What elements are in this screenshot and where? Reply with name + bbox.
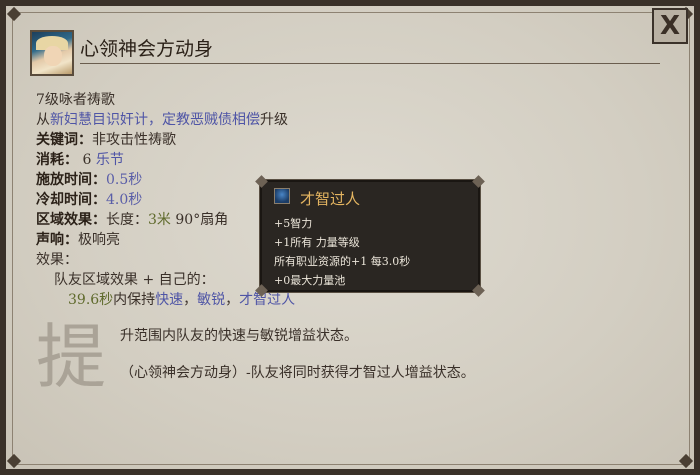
level-line: 7级咏者祷歌 — [36, 92, 115, 108]
area-line: 区域效果：长度：3米 90°扇角 — [36, 210, 295, 230]
area-angle: 90°扇角 — [175, 212, 229, 228]
ability-title: 心领神会方动身 — [80, 34, 660, 64]
buff-tooltip: 才智过人 +5智力 +1所有 力量等级 所有职业资源的+1 每3.0秒 +0最大… — [255, 175, 485, 297]
effect-keep: 内保持 — [113, 292, 156, 308]
corner-ornament — [678, 453, 694, 469]
effect-separator: ， — [183, 292, 198, 308]
keywords-value: 非攻击性祷歌 — [92, 132, 176, 148]
volume-label: 声响： — [36, 232, 78, 248]
cost-line: 消耗： 6 乐节 — [36, 150, 295, 170]
effect-target-line: 队友区域效果 + 自己的： — [54, 272, 215, 288]
keywords-line: 关键词：非攻击性祷歌 — [36, 130, 295, 150]
cast-time-label: 施放时间： — [36, 172, 106, 188]
upgrade-source-link[interactable]: 新妇慧目识奸计，定教恶贼债相偿 — [50, 112, 260, 128]
area-length-label: 长度： — [106, 212, 148, 228]
tooltip-stat-line: +0最大力量池 — [274, 274, 346, 287]
corner-ornament — [6, 453, 22, 469]
cooldown-label: 冷却时间： — [36, 192, 106, 208]
volume-value: 极响亮 — [78, 232, 120, 248]
keywords-label: 关键词： — [36, 132, 92, 148]
effect-separator: ， — [225, 292, 240, 308]
area-label: 区域效果： — [36, 212, 106, 228]
cooldown-value: 4.0秒 — [106, 192, 143, 208]
upgrade-prefix: 从 — [36, 112, 50, 128]
effect-duration-line: 39.6秒内保持快速，敏锐，才智过人 — [36, 290, 295, 310]
ability-details: 7级咏者祷歌 从新妇慧目识奸计，定教恶贼债相偿升级 关键词：非攻击性祷歌 消耗：… — [36, 90, 295, 310]
tooltip-stat-line: 所有职业资源的+1 每3.0秒 — [274, 255, 411, 268]
corner-ornament — [6, 6, 22, 22]
description-line-1: 升范围内队友的快速与敏锐增益状态。 — [120, 328, 358, 344]
area-length-value: 3米 — [148, 212, 171, 228]
upgrade-line: 从新妇慧目识奸计，定教恶贼债相偿升级 — [36, 110, 295, 130]
effect-duration: 39.6秒 — [68, 292, 114, 308]
tooltip-title: 才智过人 — [300, 190, 361, 208]
tooltip-stat-list: +5智力 +1所有 力量等级 所有职业资源的+1 每3.0秒 +0最大力量池 — [274, 214, 410, 290]
intellect-buff-icon — [274, 188, 290, 204]
cooldown-line: 冷却时间：4.0秒 — [36, 190, 295, 210]
cast-time-value: 0.5秒 — [106, 172, 143, 188]
buff-link-quick[interactable]: 快速 — [155, 292, 183, 308]
portrait-face — [44, 46, 62, 66]
description-line-2: （心领神会方动身）-队友将同时获得才智过人增益状态。 — [120, 365, 475, 381]
close-icon: X — [659, 11, 681, 41]
watermark-glyph: 提 — [36, 316, 106, 398]
tooltip-stat-line: +1所有 力量等级 — [274, 236, 360, 249]
effects-label: 效果： — [36, 252, 78, 268]
upgrade-suffix: 升级 — [260, 112, 288, 128]
buff-link-perceptive[interactable]: 敏锐 — [197, 292, 225, 308]
cost-number: 6 — [82, 152, 92, 168]
volume-line: 声响：极响亮 — [36, 230, 295, 250]
buff-link-intelligent[interactable]: 才智过人 — [239, 292, 295, 308]
ability-portrait — [30, 30, 74, 76]
cost-unit-link[interactable]: 乐节 — [96, 152, 124, 168]
cost-label: 消耗： — [36, 152, 78, 168]
tooltip-stat-line: +5智力 — [274, 217, 313, 230]
